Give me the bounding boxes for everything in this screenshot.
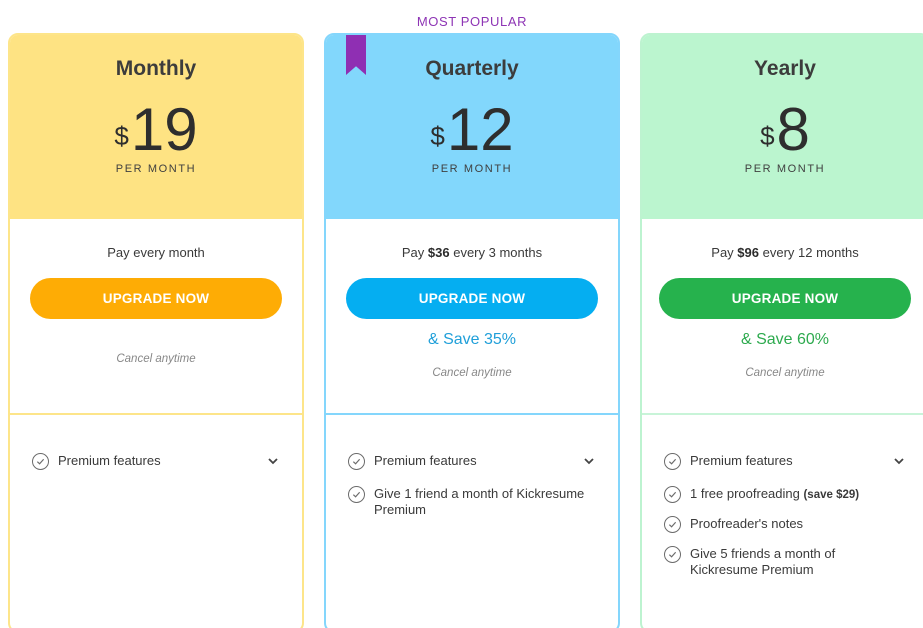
feature-list: Premium features xyxy=(10,415,302,470)
most-popular-label: MOST POPULAR xyxy=(416,14,528,29)
feature-list: Premium features 1 free proofreading (sa… xyxy=(642,415,923,578)
price-currency: $ xyxy=(760,121,775,151)
plan-price: $ 8 xyxy=(642,96,923,163)
plan-card-quarterly: Quarterly $ 12 PER MONTH Pay $36 every 3… xyxy=(324,33,620,628)
billing-text: Pay every month xyxy=(107,245,205,260)
upgrade-now-button[interactable]: UPGRADE NOW xyxy=(659,278,911,319)
feature-list: Premium features Give 1 friend a month o… xyxy=(326,415,618,518)
price-amount: 12 xyxy=(446,96,514,163)
plan-price: $ 19 xyxy=(10,96,302,163)
feature-label: Premium features xyxy=(374,453,477,468)
feature-item-premium[interactable]: Premium features xyxy=(664,453,906,470)
chevron-down-icon[interactable] xyxy=(582,454,596,468)
plan-billing: Pay every month UPGRADE NOW Cancel anyti… xyxy=(10,219,302,413)
billing-text: Pay $36 every 3 months xyxy=(401,245,543,260)
plan-card-monthly: Monthly $ 19 PER MONTH Pay every month U… xyxy=(8,33,304,628)
feature-label: 1 free proofreading (save $29) xyxy=(690,486,860,501)
plan-name: Quarterly xyxy=(425,57,519,80)
check-circle-icon xyxy=(664,453,681,470)
check-circle-icon xyxy=(32,453,49,470)
check-circle-icon xyxy=(664,546,681,563)
plan-price: $ 12 xyxy=(326,96,618,163)
chevron-down-icon[interactable] xyxy=(266,454,280,468)
price-currency: $ xyxy=(430,121,445,151)
cancel-anytime-note: Cancel anytime xyxy=(745,367,825,379)
price-period: PER MONTH xyxy=(744,163,826,175)
price-amount: 19 xyxy=(130,96,198,163)
check-circle-icon xyxy=(348,453,365,470)
billing-text: Pay $96 every 12 months xyxy=(711,245,859,260)
price-amount: 8 xyxy=(776,96,810,163)
feature-label: Premium features xyxy=(690,453,793,468)
plan-header: Yearly $ 8 PER MONTH xyxy=(642,35,923,219)
plan-name: Yearly xyxy=(754,57,816,80)
savings-label: & Save 35% xyxy=(427,331,517,348)
feature-label: Give 1 friend a month of Kickresume Prem… xyxy=(374,486,585,517)
plan-name: Monthly xyxy=(115,57,197,80)
upgrade-now-button[interactable]: UPGRADE NOW xyxy=(30,278,282,319)
cancel-anytime-note: Cancel anytime xyxy=(432,367,512,379)
feature-item: Proofreader's notes xyxy=(664,516,906,533)
feature-label: Give 5 friends a month of Kickresume Pre… xyxy=(690,546,836,577)
savings-label: & Save 60% xyxy=(740,331,830,348)
feature-item: Give 5 friends a month of Kickresume Pre… xyxy=(664,546,906,578)
price-period: PER MONTH xyxy=(115,163,197,175)
plan-header: Quarterly $ 12 PER MONTH xyxy=(326,35,618,219)
feature-item-premium[interactable]: Premium features xyxy=(32,453,280,470)
plan-header: Monthly $ 19 PER MONTH xyxy=(10,35,302,219)
feature-item-premium[interactable]: Premium features xyxy=(348,453,596,470)
cancel-anytime-note: Cancel anytime xyxy=(116,353,196,365)
check-circle-icon xyxy=(348,486,365,503)
feature-label: Proofreader's notes xyxy=(690,516,804,531)
price-period: PER MONTH xyxy=(431,163,513,175)
price-currency: $ xyxy=(114,121,129,151)
check-circle-icon xyxy=(664,486,681,503)
plan-card-yearly: Yearly $ 8 PER MONTH Pay $96 every 12 mo… xyxy=(640,33,923,628)
feature-item: Give 1 friend a month of Kickresume Prem… xyxy=(348,486,596,518)
plan-billing: Pay $96 every 12 months UPGRADE NOW & Sa… xyxy=(642,219,923,413)
upgrade-now-button[interactable]: UPGRADE NOW xyxy=(346,278,598,319)
check-circle-icon xyxy=(664,516,681,533)
feature-label: Premium features xyxy=(58,453,161,468)
feature-item: 1 free proofreading (save $29) xyxy=(664,486,906,503)
plan-billing: Pay $36 every 3 months UPGRADE NOW & Sav… xyxy=(326,219,618,413)
chevron-down-icon[interactable] xyxy=(892,454,906,468)
